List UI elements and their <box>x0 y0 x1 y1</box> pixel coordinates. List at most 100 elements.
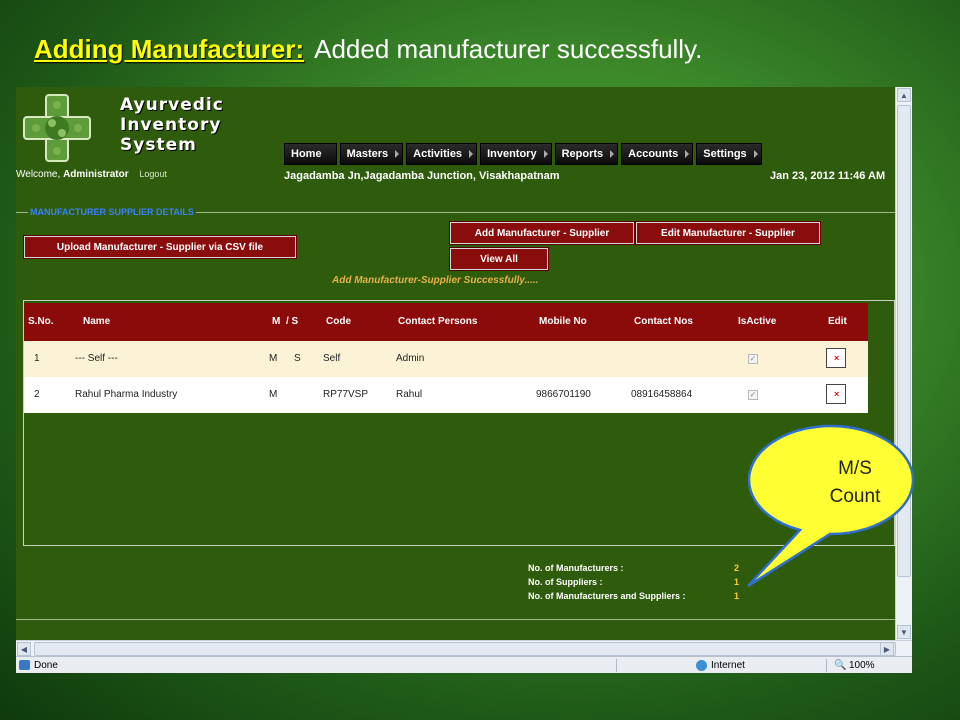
col-contact-persons: Contact Persons <box>398 316 478 327</box>
logo-line-3: System <box>120 135 197 155</box>
count-label: No. of Manufacturers : <box>528 563 624 573</box>
table-row: 2 Rahul Pharma Industry M RP77VSP Rahul … <box>24 377 868 413</box>
caret-right-icon <box>753 150 758 158</box>
edit-manufacturer-supplier-button[interactable]: Edit Manufacturer - Supplier <box>635 221 821 245</box>
caret-right-icon <box>543 150 548 158</box>
app-logo-text: Ayurvedic Inventory System <box>120 95 224 155</box>
col-isactive: IsActive <box>738 316 777 327</box>
slide-title-rest: Added manufacturer successfully. <box>314 34 703 64</box>
scroll-down-icon[interactable]: ▼ <box>897 625 911 639</box>
nav-home[interactable]: Home <box>284 143 337 165</box>
status-text: Done <box>34 660 58 671</box>
nav-settings-label: Settings <box>703 148 747 160</box>
callout-text: M/S Count <box>790 455 920 511</box>
col-name: Name <box>83 316 111 327</box>
status-divider <box>616 659 617 672</box>
cell-s: S <box>294 353 301 364</box>
count-suppliers: No. of Suppliers : 1 <box>528 577 739 587</box>
slide-title-highlight: Adding Manufacturer: <box>34 34 305 64</box>
close-x-icon: × <box>834 353 840 363</box>
cell-name: Rahul Pharma Industry <box>75 389 178 400</box>
nav-inventory[interactable]: Inventory <box>480 143 552 165</box>
location-text: Jagadamba Jn,Jagadamba Junction, Visakha… <box>284 170 560 182</box>
scroll-left-icon[interactable]: ◀ <box>17 642 31 656</box>
caret-right-icon <box>685 150 690 158</box>
count-label: No. of Manufacturers and Suppliers : <box>528 591 686 601</box>
internet-globe-icon <box>696 660 707 671</box>
nav-reports[interactable]: Reports <box>554 143 619 165</box>
logo-line-2: Inventory <box>120 115 222 135</box>
welcome-text: Welcome, Administrator Logout <box>16 169 167 180</box>
web-page: Ayurvedic Inventory System Welcome, Admi… <box>16 87 896 640</box>
success-message: Add Manufacturer-Supplier Successfully..… <box>332 275 539 286</box>
horizontal-scrollbar[interactable]: ◀ ▶ <box>16 640 912 657</box>
nav-activities-label: Activities <box>413 148 463 160</box>
zone-text: Internet <box>711 660 745 671</box>
count-label: No. of Suppliers : <box>528 577 603 587</box>
add-manufacturer-supplier-button[interactable]: Add Manufacturer - Supplier <box>449 221 635 245</box>
count-value: 1 <box>734 591 740 601</box>
close-x-icon: × <box>834 389 840 399</box>
nav-reports-label: Reports <box>561 148 604 160</box>
nav-activities[interactable]: Activities <box>406 143 478 165</box>
col-m: M <box>272 316 281 327</box>
welcome-prefix: Welcome, <box>16 169 61 180</box>
status-divider <box>826 659 827 672</box>
logout-link[interactable]: Logout <box>139 169 167 179</box>
zoom-level[interactable]: 100% <box>849 660 875 671</box>
slide-title: Adding Manufacturer: Added manufacturer s… <box>34 34 702 65</box>
col-mobile-no: Mobile No <box>539 316 587 327</box>
col-contact-nos: Contact Nos <box>634 316 693 327</box>
cell-contact: Rahul <box>396 389 423 400</box>
main-nav: Home Masters Activities Inventory Report… <box>284 143 765 165</box>
col-edit: Edit <box>828 316 847 327</box>
cell-m: M <box>269 389 278 400</box>
logo-line-1: Ayurvedic <box>120 95 224 115</box>
datetime-text: Jan 23, 2012 11:46 AM <box>770 170 886 182</box>
fieldset-legend: MANUFACTURER SUPPLIER DETAILS <box>28 207 196 217</box>
nav-masters-label: Masters <box>346 148 389 160</box>
browser-window: Ayurvedic Inventory System Welcome, Admi… <box>16 87 912 673</box>
status-bar: Done Internet 🔍 100% <box>16 656 912 673</box>
cell-m: M <box>269 353 278 364</box>
table-header: S.No. Name M / S Code Contact Persons Mo… <box>24 303 868 341</box>
nav-accounts-label: Accounts <box>628 148 679 160</box>
edit-row-button[interactable]: × <box>826 348 846 368</box>
cell-code: RP77VSP <box>323 389 369 400</box>
cell-sno: 2 <box>34 389 40 400</box>
upload-csv-button[interactable]: Upload Manufacturer - Supplier via CSV f… <box>23 235 297 259</box>
callout-line-1: M/S <box>838 458 872 479</box>
nav-settings[interactable]: Settings <box>696 143 762 165</box>
nav-home-label: Home <box>291 148 322 160</box>
caret-right-icon <box>395 150 400 158</box>
cell-code: Self <box>323 353 341 364</box>
table-row: 1 --- Self --- M S Self Admin ✓ × <box>24 341 868 377</box>
vertical-scrollbar[interactable]: ▲ ▼ <box>895 87 912 640</box>
horizontal-scroll-thumb[interactable] <box>34 642 896 656</box>
zoom-magnifier-icon[interactable]: 🔍 <box>834 660 846 671</box>
cell-name: --- Self --- <box>75 353 118 364</box>
count-manufacturers: No. of Manufacturers : 2 <box>528 563 739 573</box>
col-code: Code <box>326 316 351 327</box>
view-all-button[interactable]: View All <box>449 247 549 271</box>
caret-right-icon <box>469 150 474 158</box>
cell-sno: 1 <box>34 353 40 364</box>
callout-line-2: Count <box>829 486 881 507</box>
cell-contact-nos: 08916458864 <box>631 389 693 400</box>
nav-inventory-label: Inventory <box>487 148 537 160</box>
page-done-icon <box>19 660 30 670</box>
nav-accounts[interactable]: Accounts <box>621 143 694 165</box>
isactive-checkbox[interactable]: ✓ <box>748 390 758 400</box>
cell-mobile: 9866701190 <box>536 389 591 400</box>
scroll-right-icon[interactable]: ▶ <box>880 642 894 656</box>
user-name: Administrator <box>63 169 129 180</box>
scroll-up-icon[interactable]: ▲ <box>897 88 911 102</box>
cell-contact: Admin <box>396 353 425 364</box>
edit-row-button[interactable]: × <box>826 384 846 404</box>
col-sno: S.No. <box>28 316 54 327</box>
count-manufacturers-and-suppliers: No. of Manufacturers and Suppliers : 1 <box>528 591 739 601</box>
ayurvedic-cross-logo-icon <box>23 94 91 162</box>
isactive-checkbox[interactable]: ✓ <box>748 354 758 364</box>
caret-right-icon <box>610 150 615 158</box>
nav-masters[interactable]: Masters <box>339 143 404 165</box>
